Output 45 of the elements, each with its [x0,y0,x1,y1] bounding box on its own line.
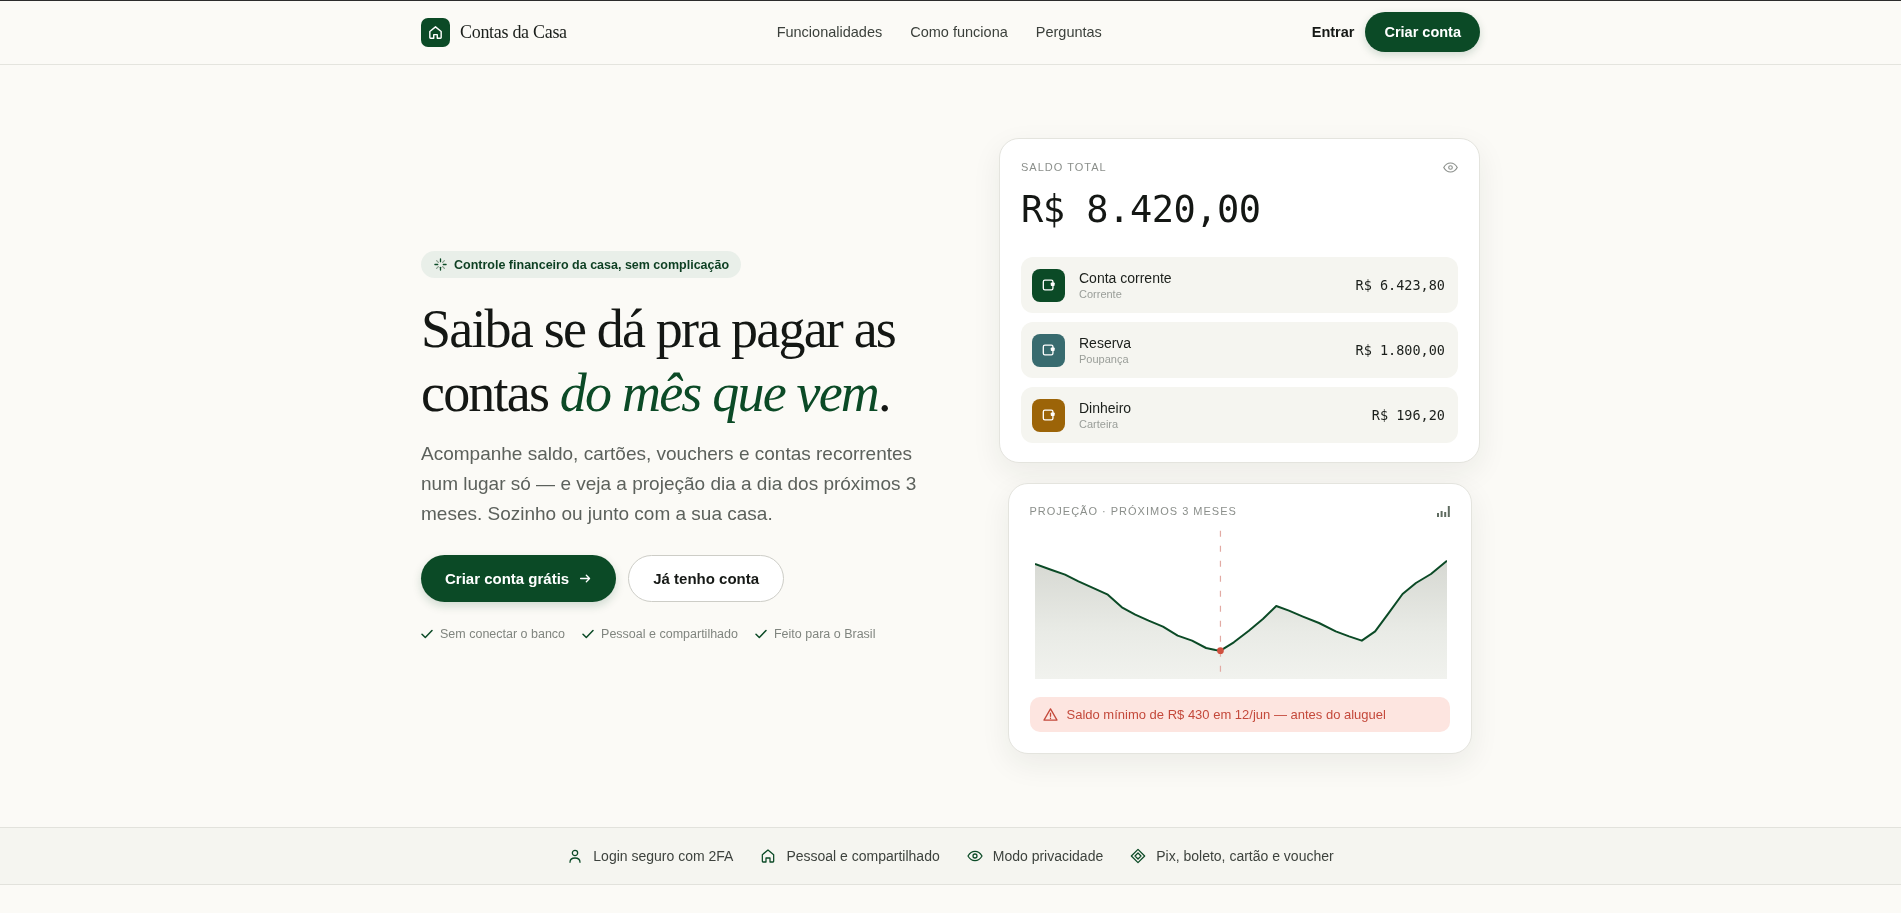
nav-link[interactable]: Funcionalidades [776,24,883,40]
balance-label: SALDO TOTAL [1021,161,1107,173]
total-balance: R$ 8.420,00 [1021,188,1262,232]
account-type: Corrente [1079,286,1123,302]
create-account-button[interactable]: Criar conta grátis [421,555,617,602]
account-balance: R$ 6.423,80 [1355,277,1445,293]
check-icon [754,629,767,639]
diamond-icon [1130,848,1147,864]
account-type: Poupança [1079,351,1130,367]
hero-heading: Saiba se dá pra pagar as contas do mês que vem. [421,298,897,425]
account-balance: R$ 196,20 [1371,407,1445,423]
login-link[interactable]: Entrar [1311,24,1355,40]
account-name: Dinheiro [1079,398,1133,417]
existing-account-button[interactable]: Já tenho conta [628,555,785,602]
minimum-point-icon [1216,647,1224,654]
trust-text: Login seguro com 2FA [593,848,734,864]
account-name: Reserva [1079,333,1133,352]
account-name: Conta corrente [1079,268,1173,287]
trust-text: Pix, boleto, cartão e voucher [1156,848,1334,864]
account-type: Carteira [1079,416,1120,432]
eye-icon [966,848,983,864]
nav-link[interactable]: Como funciona [910,24,1008,40]
nav-link[interactable]: Perguntas [1035,24,1102,40]
user-icon [567,848,584,864]
warning-icon [1042,708,1058,721]
feature-text: Pessoal e compartilhado [601,627,738,641]
feature-text: Sem conectar o banco [440,627,566,641]
tagline-text: Controle financeiro da casa, sem complicação [454,257,730,272]
alert-text: Saldo mínimo de R$ 430 em 12/jun — antes do aluguel [1066,707,1386,722]
feature-text: Feito para o Brasil [773,627,876,641]
signup-button[interactable]: Criar conta [1365,12,1480,52]
brand-name[interactable]: Contas da Casa [460,21,567,43]
projection-title: PROJEÇÃO · PRÓXIMOS 3 MESES [1029,505,1237,517]
eye-icon[interactable] [1443,161,1458,173]
bar-chart-icon [1436,505,1450,517]
sparkle-icon [434,258,447,271]
house-icon [760,848,777,864]
account-balance: R$ 1.800,00 [1355,342,1445,358]
check-icon [421,629,433,639]
check-icon [582,629,595,639]
trust-text: Modo privacidade [992,848,1104,864]
trust-text: Pessoal e compartilhado [786,848,940,864]
hero-description: Acompanhe saldo, cartões, vouchers e contas recorrentes num lugar só — e veja a projeção dia a dia dos próximos 3 meses. Sozinho ou junto com a sua casa. [421,442,918,526]
house-logo-icon[interactable] [421,17,450,47]
arrow-right-icon [579,572,593,585]
